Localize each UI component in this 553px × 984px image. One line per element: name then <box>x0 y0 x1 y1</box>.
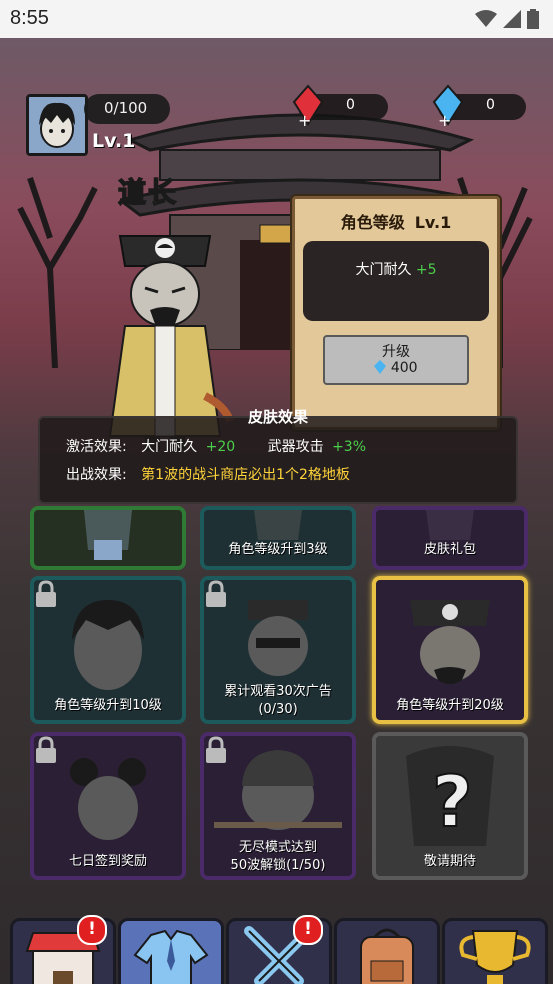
xp-bar: 0/100 <box>84 94 170 124</box>
activate-val1: +20 <box>205 439 236 455</box>
card-label: 累计观看30次广告 <box>224 684 332 699</box>
status-icons <box>475 9 539 29</box>
status-time: 8:55 <box>10 7 49 29</box>
nav-character[interactable]: 角色 <box>118 918 224 984</box>
bottom-nav: ! 商城 角色 ! 战斗 武器 活动 <box>10 915 550 984</box>
status-bar: 8:55 <box>0 0 553 38</box>
red-gem-counter[interactable]: + 0 <box>292 84 388 128</box>
battle-label: 出战效果: <box>66 467 127 483</box>
nav-events[interactable]: 活动 <box>442 918 548 984</box>
trophy-icon <box>459 930 531 984</box>
activate-label: 激活效果: <box>66 439 127 455</box>
player-level: Lv.1 <box>92 130 136 152</box>
nav-weapons[interactable]: 武器 <box>334 918 440 984</box>
player-avatar[interactable] <box>26 94 88 156</box>
battery-icon <box>527 9 539 29</box>
lock-icon <box>206 580 226 607</box>
wifi-icon <box>475 10 497 27</box>
card-label: 角色等级升到3级 <box>228 542 328 557</box>
skin-card-8[interactable]: 无尽模式达到 50波解锁(1/50) <box>200 732 356 880</box>
upgrade-panel: 角色等级 Lv.1 大门耐久 +5 升级 400 <box>292 196 500 430</box>
activate-effect-row: 激活效果: 大门耐久 +20 武器攻击 +3% <box>66 436 366 456</box>
battle-alert-badge: ! <box>293 915 323 945</box>
card-label: 角色等级升到20级 <box>396 698 504 713</box>
card-label: 角色等级升到10级 <box>54 698 162 713</box>
skin-card-2[interactable]: 角色等级升到3级 <box>200 506 356 570</box>
lock-icon <box>36 580 56 607</box>
game-scene: 0/100 Lv.1 + 0 + 0 道长 角色等级 Lv.1 大门耐久 +5 升… <box>0 38 553 984</box>
skin-card-7[interactable]: 七日签到奖励 <box>30 732 186 880</box>
activate-stat1: 大门耐久 <box>141 439 198 455</box>
avatar-portrait-icon <box>29 97 85 153</box>
panel-stat-box: 大门耐久 +5 <box>303 241 489 321</box>
skin-card-5[interactable]: 累计观看30次广告 (0/30) <box>200 576 356 724</box>
signal-icon <box>503 10 521 28</box>
shop-alert-badge: ! <box>77 915 107 945</box>
battle-effect-row: 出战效果: 第1波的战斗商店必出1个2格地板 <box>66 464 350 484</box>
backpack-icon <box>360 928 414 984</box>
red-gem-count: 0 <box>346 97 355 113</box>
skin-card-6-selected[interactable]: 角色等级升到20级 <box>372 576 528 724</box>
character-name: 道长 <box>117 175 179 210</box>
skin-effect-title: 皮肤效果 <box>247 408 308 426</box>
card-label: 无尽模式达到 <box>238 840 317 855</box>
activate-val2: +3% <box>332 439 367 455</box>
panel-title-text: 角色等级 <box>340 213 405 232</box>
upgrade-cost-value: 400 <box>390 360 418 376</box>
upgrade-button-label: 升级 <box>382 344 410 360</box>
blue-gem-counter[interactable]: + 0 <box>432 84 526 128</box>
lock-icon <box>206 736 226 763</box>
card-label: 皮肤礼包 <box>423 542 476 557</box>
xp-text: 0/100 <box>104 99 148 117</box>
shirt-icon <box>133 929 209 984</box>
card-sub: 50波解锁(1/50) <box>230 858 326 873</box>
upgrade-button[interactable]: 升级 400 <box>323 335 469 385</box>
nav-battle[interactable]: ! 战斗 <box>226 915 332 984</box>
skin-card-1[interactable] <box>30 506 186 570</box>
skin-card-9: ? 敬请期待 <box>372 732 528 880</box>
blue-gem-icon <box>374 360 387 374</box>
nav-shop[interactable]: ! 商城 <box>10 915 116 984</box>
panel-stat-value: +5 <box>415 262 437 278</box>
svg-text:?: ? <box>432 761 473 843</box>
card-label: 七日签到奖励 <box>68 854 147 869</box>
red-gem-icon: + <box>292 84 324 128</box>
panel-level: Lv.1 <box>414 213 452 232</box>
battle-text: 第1波的战斗商店必出1个2格地板 <box>141 467 350 483</box>
card-sub: (0/30) <box>258 702 298 717</box>
blue-gem-count: 0 <box>486 97 495 113</box>
lock-icon <box>36 736 56 763</box>
skin-card-4[interactable]: 角色等级升到10级 <box>30 576 186 724</box>
panel-stat-label: 大门耐久 <box>355 262 412 278</box>
svg-text:+: + <box>438 111 451 128</box>
activate-stat2: 武器攻击 <box>267 439 324 455</box>
upgrade-cost: 400 <box>325 360 467 376</box>
panel-stat: 大门耐久 +5 <box>303 259 489 279</box>
skin-effect-panel: 皮肤效果 激活效果: 大门耐久 +20 武器攻击 +3% 出战效果: 第1波的战… <box>38 408 518 504</box>
blue-gem-icon: + <box>432 84 464 128</box>
panel-title: 角色等级 Lv.1 <box>295 209 497 233</box>
svg-text:+: + <box>298 111 311 128</box>
card-label: 敬请期待 <box>423 854 476 869</box>
character-portrait-icon <box>84 510 132 560</box>
skin-card-3[interactable]: 皮肤礼包 <box>372 506 528 570</box>
